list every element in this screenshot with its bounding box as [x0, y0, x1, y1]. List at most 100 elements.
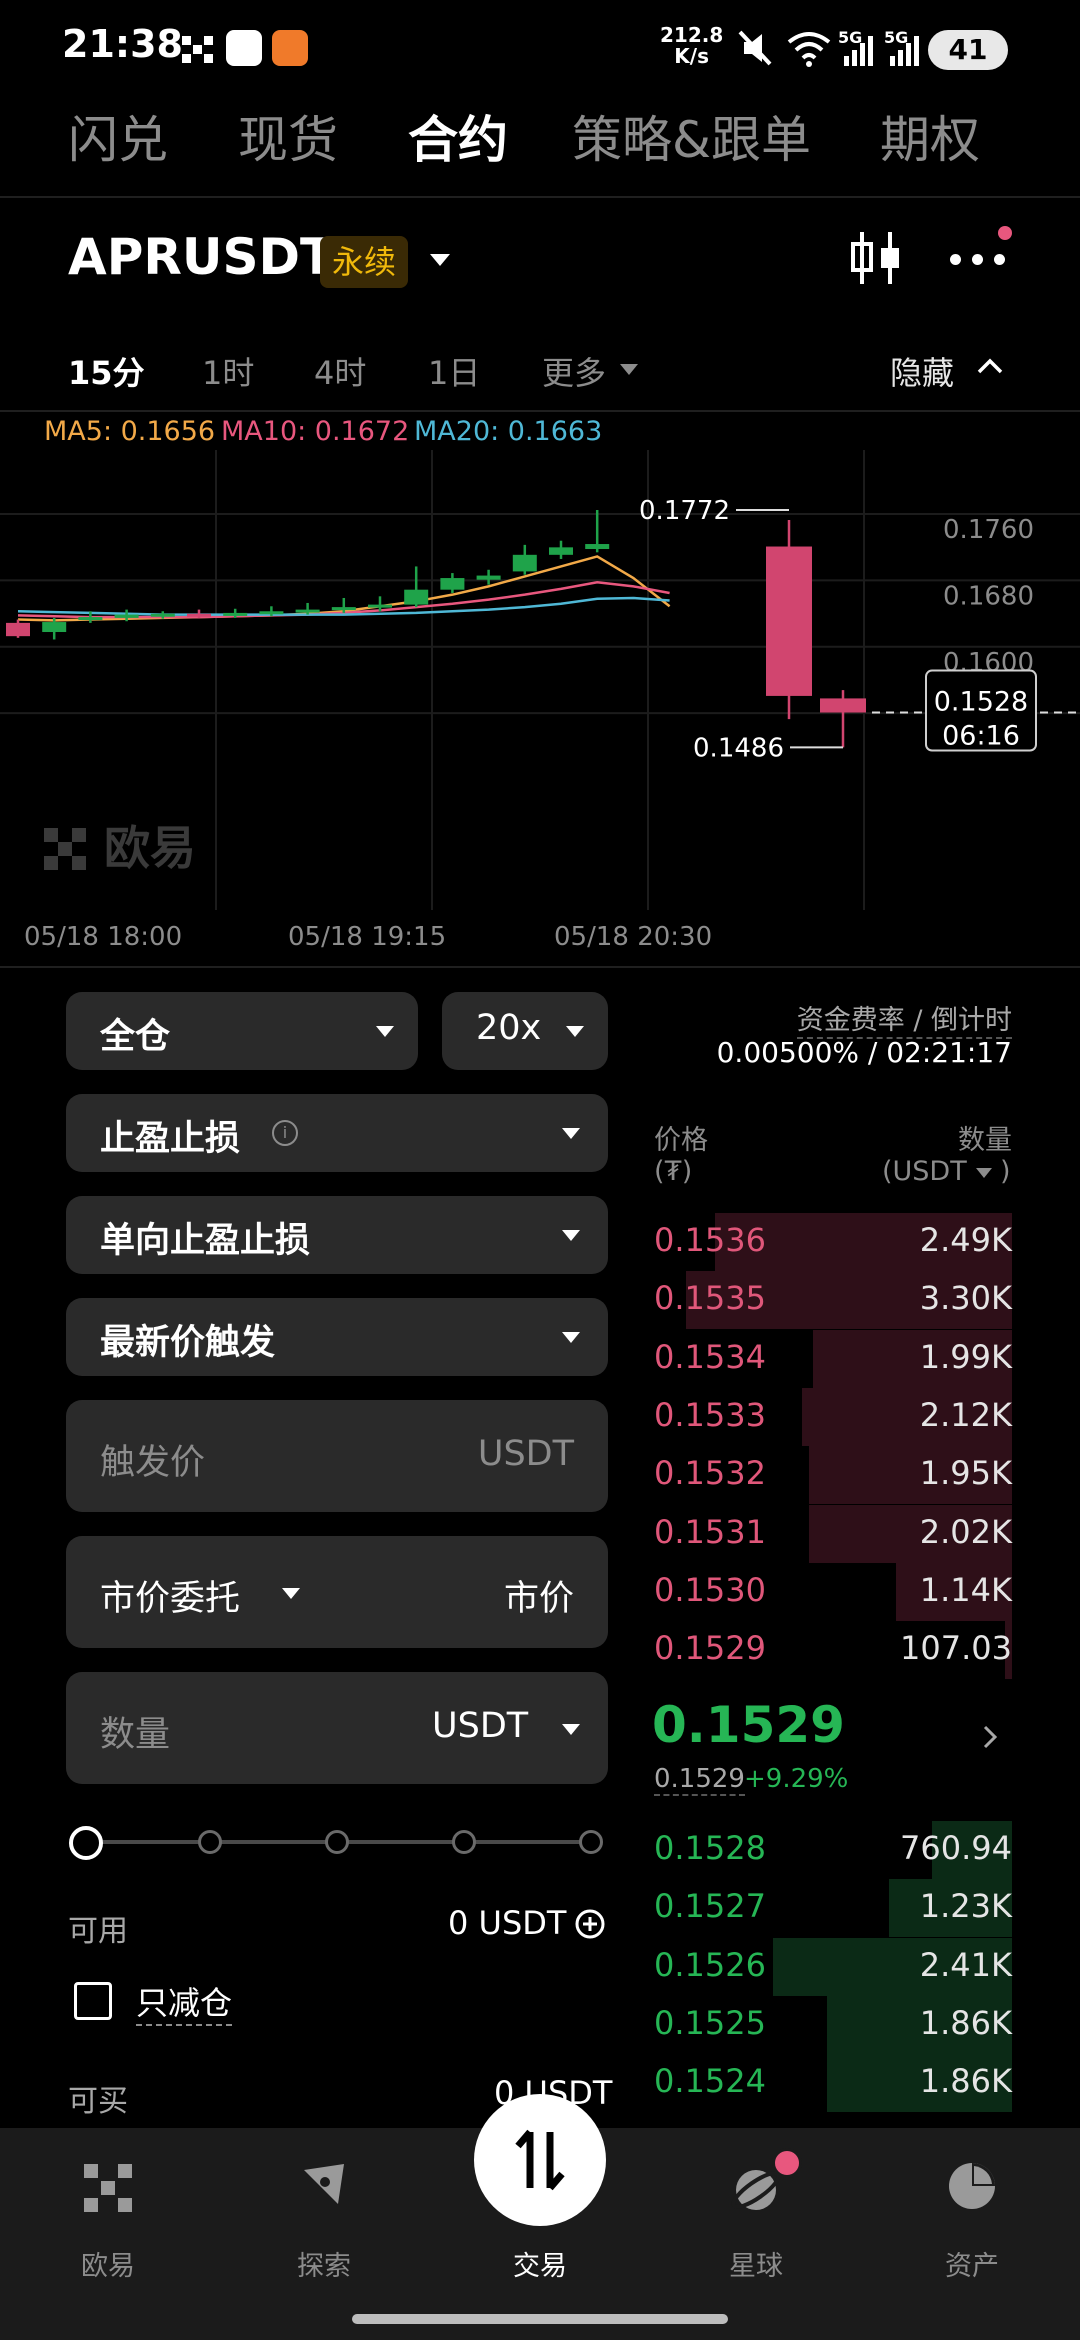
- home-indicator[interactable]: [352, 2314, 728, 2324]
- ask-price: 0.1536: [654, 1221, 766, 1259]
- bid-row[interactable]: 0.1527 1.23K: [650, 1879, 1012, 1938]
- tab-futures[interactable]: 合约: [408, 100, 508, 172]
- ask-qty: 1.95K: [919, 1454, 1012, 1493]
- candle-body-5: [187, 613, 211, 617]
- y-tick-0: 0.1760: [943, 515, 1034, 545]
- candle-body-15: [549, 547, 573, 555]
- quantity-slider-handle[interactable]: [69, 1826, 103, 1860]
- timeframe-15m[interactable]: 15分: [68, 348, 145, 394]
- timeframe-more[interactable]: 更多: [542, 348, 606, 394]
- ask-row[interactable]: 0.1532 1.95K: [650, 1446, 1012, 1505]
- bid-row[interactable]: 0.1526 2.41K: [650, 1937, 1012, 1996]
- perpetual-badge: 永续: [320, 236, 409, 288]
- mark-price[interactable]: 0.1529: [654, 1764, 745, 1796]
- notification-dot: [998, 226, 1012, 240]
- compass-icon[interactable]: [298, 2160, 350, 2212]
- countdown-label: 06:16: [942, 721, 1020, 752]
- nav-assets[interactable]: 资产: [912, 2244, 1032, 2283]
- leverage-select[interactable]: 20x: [442, 992, 608, 1070]
- timeframe-1d[interactable]: 1日: [428, 348, 480, 394]
- bid-price: 0.1528: [654, 1829, 766, 1867]
- trigger-type-select[interactable]: 最新价触发: [66, 1298, 608, 1376]
- reduce-only-checkbox[interactable]: [74, 1982, 112, 2020]
- ask-qty: 2.12K: [919, 1395, 1012, 1434]
- funding-label[interactable]: 资金费率 / 倒计时: [796, 998, 1012, 1039]
- chevron-up-icon[interactable]: [975, 356, 1005, 376]
- nav-okx[interactable]: 欧易: [48, 2244, 168, 2283]
- chevron-down-icon: [566, 1026, 584, 1037]
- candle-body-13: [476, 575, 501, 580]
- kline-chart[interactable]: 欧易 0.17600.16800.1600 0.17720.14860.1528…: [0, 450, 1080, 910]
- bid-row[interactable]: 0.1524 1.86K: [650, 2054, 1012, 2113]
- tab-swap[interactable]: 闪兑: [68, 100, 168, 172]
- ma10-label: MA10: 0.1672: [221, 416, 410, 447]
- ask-row[interactable]: 0.1530 1.14K: [650, 1562, 1012, 1621]
- ask-price: 0.1535: [654, 1279, 766, 1318]
- tab-spot[interactable]: 现货: [238, 100, 338, 172]
- pie-chart-icon[interactable]: [946, 2160, 998, 2212]
- tab-options[interactable]: 期权: [880, 100, 980, 172]
- ask-qty: 1.14K: [919, 1570, 1012, 1609]
- ob-unit-select[interactable]: (USDT ): [880, 1156, 1012, 1192]
- leverage-value: 20x: [476, 1008, 542, 1048]
- notification-dot: [772, 2148, 802, 2178]
- tp-sl-select[interactable]: 止盈止损 i: [66, 1094, 608, 1172]
- current-price-label: 0.1528: [934, 687, 1028, 718]
- candlestick-icon[interactable]: [848, 228, 904, 288]
- ask-row[interactable]: 0.1529 107.03: [650, 1621, 1012, 1680]
- hide-chart-button[interactable]: 隐藏: [890, 348, 954, 394]
- divider: [0, 410, 1080, 412]
- ask-qty: 3.30K: [919, 1279, 1012, 1318]
- candle-body-18: [820, 698, 866, 713]
- x-tick-0: 05/18 18:00: [24, 922, 183, 952]
- can-buy-label: 可买: [68, 2084, 128, 2119]
- candle-body-0: [6, 622, 30, 637]
- x-tick-1: 05/18 19:15: [288, 922, 447, 952]
- ask-row[interactable]: 0.1535 3.30K: [650, 1271, 1012, 1330]
- available-label: 可用: [68, 1914, 128, 1949]
- bid-qty: 760.94: [900, 1829, 1012, 1867]
- ob-unit-paren: ): [1000, 1156, 1011, 1187]
- nav-trade[interactable]: 交易: [480, 2244, 600, 2283]
- slider-stop-75[interactable]: [452, 1830, 476, 1854]
- symbol-name[interactable]: APRUSDT: [68, 228, 334, 286]
- ask-row[interactable]: 0.1536 2.49K: [650, 1213, 1012, 1271]
- bid-row[interactable]: 0.1528 760.94: [650, 1821, 1012, 1879]
- info-icon[interactable]: i: [272, 1120, 298, 1146]
- signal-1-icon: [844, 36, 873, 66]
- candle-body-7: [259, 611, 284, 615]
- symbol-dropdown-icon[interactable]: [430, 254, 450, 266]
- more-dropdown-icon[interactable]: [620, 364, 638, 375]
- ask-row[interactable]: 0.1533 2.12K: [650, 1387, 1012, 1446]
- add-funds-icon[interactable]: [574, 1908, 606, 1940]
- timeframe-1h[interactable]: 1时: [202, 348, 254, 394]
- ask-price: 0.1529: [654, 1629, 766, 1668]
- reduce-only-label[interactable]: 只减仓: [136, 1978, 233, 2026]
- timeframe-4h[interactable]: 4时: [314, 348, 366, 394]
- candle-body-12: [440, 578, 465, 590]
- okx-logo-icon[interactable]: [82, 2162, 134, 2214]
- nav-planet[interactable]: 星球: [696, 2244, 816, 2283]
- candle-body-16: [585, 544, 610, 550]
- chevron-right-icon[interactable]: [980, 1722, 1000, 1752]
- margin-mode-select[interactable]: 全仓: [66, 992, 418, 1070]
- nav-explore[interactable]: 探索: [264, 2244, 384, 2283]
- ask-row[interactable]: 0.1531 2.02K: [650, 1504, 1012, 1563]
- ask-row[interactable]: 0.1534 1.99K: [650, 1329, 1012, 1388]
- funding-value: 0.00500% / 02:21:17: [716, 1036, 1012, 1069]
- quantity-input[interactable]: 数量 USDT: [66, 1672, 608, 1784]
- ma20-label: MA20: 0.1663: [414, 416, 603, 447]
- tp-sl-mode-select[interactable]: 单向止盈止损: [66, 1196, 608, 1274]
- slider-stop-100[interactable]: [579, 1830, 603, 1854]
- bid-row[interactable]: 0.1525 1.86K: [650, 1995, 1012, 2054]
- trigger-type-value: 最新价触发: [100, 1323, 276, 1363]
- trade-button[interactable]: [474, 2094, 606, 2226]
- more-menu-icon[interactable]: [950, 254, 1010, 266]
- slider-stop-50[interactable]: [325, 1830, 349, 1854]
- trigger-price-input[interactable]: 触发价 USDT: [66, 1400, 608, 1512]
- status-bar: 21:38 212.8 K/s 5G 5G 41: [0, 0, 1080, 95]
- tab-strategy[interactable]: 策略&跟单: [572, 100, 811, 172]
- slider-stop-25[interactable]: [198, 1830, 222, 1854]
- bid-price: 0.1524: [654, 2062, 766, 2101]
- order-type-select[interactable]: 市价委托 市价: [66, 1536, 608, 1648]
